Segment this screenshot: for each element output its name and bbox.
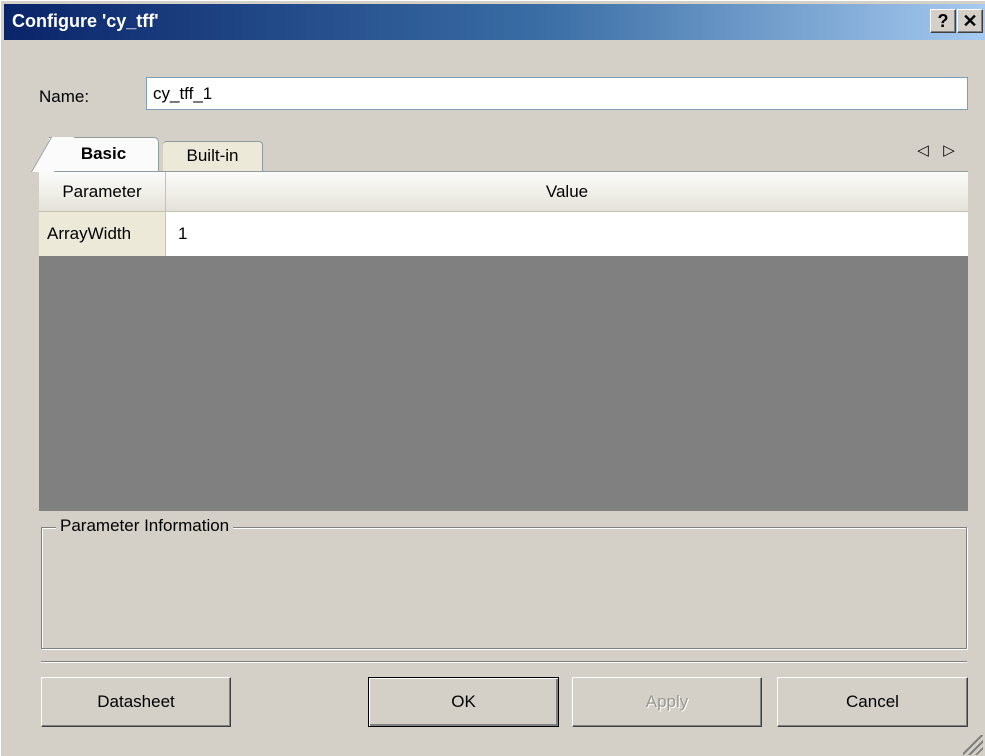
- parameter-cell[interactable]: ArrayWidth: [39, 212, 166, 256]
- scroll-right-icon[interactable]: ▷: [939, 141, 959, 165]
- tab-basic-label: Basic: [80, 144, 127, 163]
- close-icon: ✕: [962, 10, 978, 31]
- ok-button[interactable]: OK: [368, 677, 559, 727]
- divider: [41, 661, 967, 663]
- resize-grip-icon[interactable]: [963, 735, 983, 755]
- help-icon: ?: [937, 10, 949, 31]
- column-header-parameter[interactable]: Parameter: [39, 172, 166, 212]
- column-header-value[interactable]: Value: [166, 172, 968, 212]
- name-input[interactable]: [146, 77, 968, 110]
- tab-scroll-buttons: ◁ ▷: [913, 141, 959, 165]
- tab-basic[interactable]: Basic: [49, 137, 159, 171]
- value-cell[interactable]: 1: [166, 212, 968, 256]
- parameter-information-panel: Parameter Information: [41, 516, 967, 649]
- datasheet-button[interactable]: Datasheet: [41, 677, 231, 727]
- window-title: Configure 'cy_tff': [12, 11, 159, 31]
- apply-button: Apply: [572, 677, 762, 727]
- title-bar[interactable]: Configure 'cy_tff' ? ✕: [4, 4, 985, 40]
- name-label: Name:: [39, 87, 90, 106]
- cancel-button[interactable]: Cancel: [777, 677, 968, 727]
- tab-built-in-label: Built-in: [186, 146, 239, 165]
- table-row[interactable]: ArrayWidth 1: [39, 212, 968, 256]
- configure-dialog: Configure 'cy_tff' ? ✕ Name: Basic Built…: [0, 0, 985, 756]
- parameter-grid: Parameter Value ArrayWidth 1: [39, 171, 968, 511]
- close-button[interactable]: ✕: [957, 9, 983, 33]
- parameter-information-legend: Parameter Information: [56, 516, 234, 536]
- scroll-left-icon[interactable]: ◁: [913, 141, 933, 165]
- grid-header: Parameter Value: [39, 172, 968, 212]
- tab-built-in[interactable]: Built-in: [163, 141, 263, 171]
- help-button[interactable]: ?: [930, 9, 956, 33]
